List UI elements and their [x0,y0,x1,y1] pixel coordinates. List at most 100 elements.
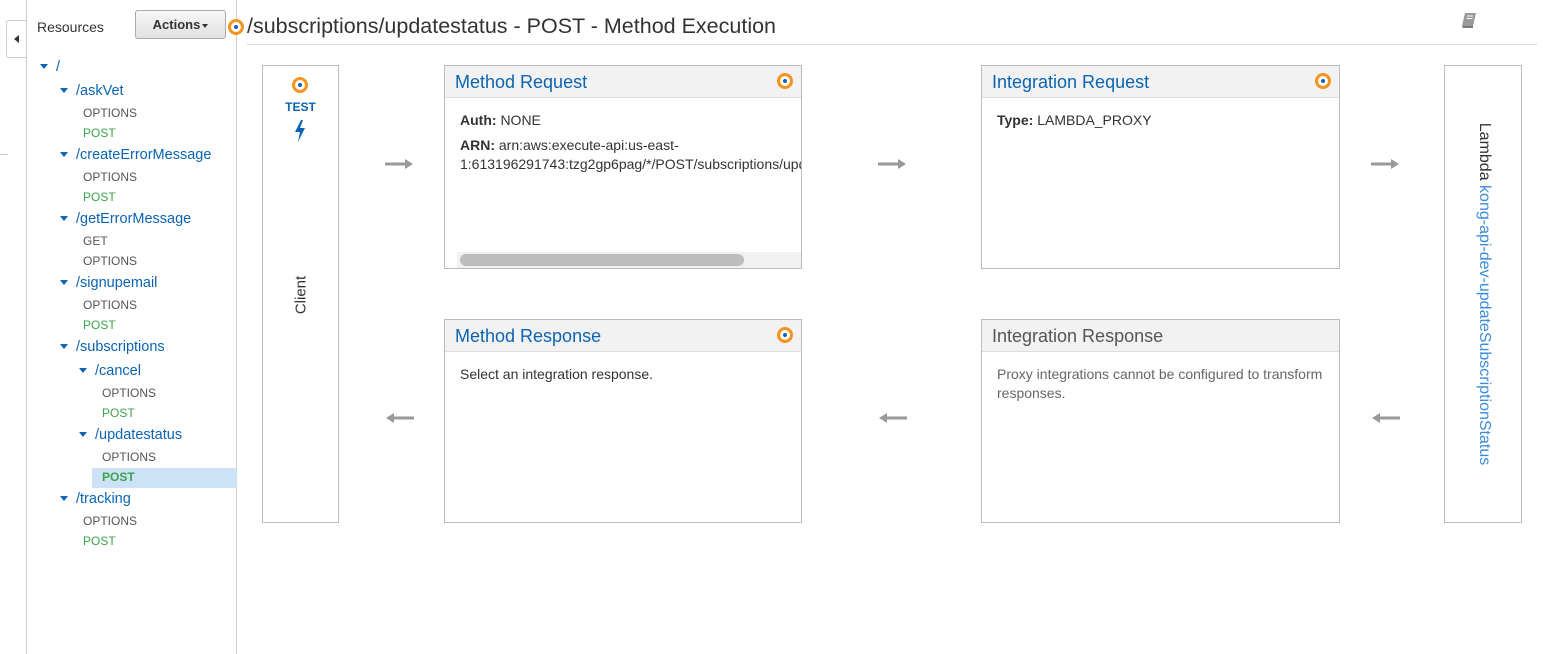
integration-request-body: Type: LAMBDA_PROXY [997,111,1152,130]
tree-resource-signupemail[interactable]: /signupemail [60,273,157,293]
auth-row: Auth: NONE [460,111,801,130]
header-divider [247,44,1537,45]
caret-down-icon[interactable] [60,344,68,350]
tree-method-get[interactable]: GET [83,231,108,251]
tree-resource-tracking[interactable]: /tracking [60,489,131,509]
tree-method-label: GET [83,234,108,248]
integration-request-link[interactable]: Integration Request [992,72,1149,93]
tree-method-options[interactable]: OPTIONS [83,103,137,123]
arrow-right-icon [1371,159,1399,169]
tree-method-label: OPTIONS [83,514,138,528]
type-row: Type: LAMBDA_PROXY [997,111,1152,130]
method-response-link[interactable]: Method Response [455,326,601,347]
method-request-body: Auth: NONE ARN: arn:aws:execute-api:us-e… [460,111,801,174]
status-icon [228,19,244,35]
arrow-left-icon [386,413,414,423]
actions-button[interactable]: Actions [135,10,226,39]
auth-value: NONE [500,112,541,128]
method-request-panel: Method Request Auth: NONE ARN: arn:aws:e… [444,65,802,269]
tree-method-label: OPTIONS [102,386,157,400]
tree-method-options[interactable]: OPTIONS [83,295,137,315]
arrow-left-icon [879,413,907,423]
lambda-box: Lambda kong-api-dev-updateSubscriptionSt… [1444,65,1522,523]
caret-down-icon[interactable] [60,216,68,222]
tree-resource-label: /cancel [95,363,141,379]
divider [0,154,8,155]
arn-value-line2: 1:613196291743:tzg2gp6pag/*/POST/subscri… [460,156,801,172]
tree-method-options[interactable]: OPTIONS [83,251,137,271]
horizontal-scrollbar[interactable] [457,252,801,268]
auth-label: Auth: [460,112,497,128]
caret-down-icon[interactable] [40,64,48,70]
tree-method-options[interactable]: OPTIONS [83,167,137,187]
tree-resource-subscriptions[interactable]: /subscriptions [60,337,165,357]
tree-method-post[interactable]: POST [102,403,135,423]
lambda-function-link[interactable]: kong-api-dev-updateSubscriptionStatus [1476,185,1493,465]
actions-label: Actions [152,17,201,32]
tree-resource-label: /signupemail [76,275,158,291]
integration-request-panel: Integration Request Type: LAMBDA_PROXY [981,65,1340,269]
integration-response-text-line2: responses. [997,385,1066,401]
arn-label: ARN: [460,137,495,153]
tree-resource-cancel[interactable]: /cancel [79,361,141,381]
type-label: Type: [997,112,1034,128]
collapse-sidebar-button[interactable] [6,20,26,58]
tree-method-label: POST [102,470,135,484]
method-request-link[interactable]: Method Request [455,72,587,93]
method-response-text: Select an integration response. [460,366,654,382]
tree-method-options[interactable]: OPTIONS [102,383,156,403]
tree-method-options[interactable]: OPTIONS [102,447,156,467]
scrollbar-thumb[interactable] [460,254,744,266]
lightning-bolt-icon[interactable] [293,120,307,142]
tree-method-post[interactable]: POST [83,315,116,335]
client-label: Client [292,275,310,315]
tree-method-label: OPTIONS [83,106,138,120]
tree-method-label: POST [83,318,116,332]
tree-resource-askvet[interactable]: /askVet [60,81,124,101]
tree-resource-label: /subscriptions [76,339,165,355]
tree-resource-geterrormessage[interactable]: /getErrorMessage [60,209,191,229]
status-icon [1315,73,1331,89]
page-title: /subscriptions/updatestatus - POST - Met… [247,14,777,38]
method-response-header: Method Response [445,320,801,352]
tree-method-label: POST [83,534,116,548]
test-link[interactable]: TEST [263,100,338,114]
caret-down-icon[interactable] [79,432,87,438]
sidebar-collapse-strip [0,0,27,654]
caret-down-icon[interactable] [79,368,87,374]
chevron-left-icon [14,35,19,43]
tree-resource-label: /askVet [76,83,124,99]
resources-title: Resources [37,19,104,35]
integration-response-body: Proxy integrations cannot be configured … [997,365,1322,403]
arrow-left-icon [1372,413,1400,423]
tree-resource-label: /tracking [76,491,131,507]
arrow-right-icon [385,159,413,169]
caret-down-icon[interactable] [60,280,68,286]
tree-resource-root[interactable]: / [40,57,60,77]
tree-method-label: OPTIONS [83,170,138,184]
client-box: TEST Client [262,65,339,523]
tree-resource-createerrormessage[interactable]: /createErrorMessage [60,145,211,165]
tree-method-label: POST [83,190,116,204]
tree-method-label: POST [102,406,135,420]
tree-method-post[interactable]: POST [83,123,116,143]
resources-panel: Resources Actions / /askVet OPTIONS POST… [27,0,237,654]
arn-row: ARN: arn:aws:execute-api:us-east- [460,136,801,155]
lambda-label: Lambda [1476,122,1493,181]
tree-method-options[interactable]: OPTIONS [83,511,137,531]
caret-down-icon[interactable] [60,496,68,502]
tree-method-post[interactable]: POST [83,187,116,207]
arrow-right-icon [878,159,906,169]
documentation-icon[interactable] [1460,11,1478,29]
method-request-header: Method Request [445,66,801,98]
tree-method-post-selected[interactable]: POST [102,467,135,487]
status-icon [777,73,793,89]
caret-down-icon [202,23,209,28]
tree-resource-updatestatus[interactable]: /updatestatus [79,425,182,445]
caret-down-icon[interactable] [60,152,68,158]
integration-response-header: Integration Response [982,320,1339,352]
tree-resource-label: /updatestatus [95,427,183,443]
tree-method-post[interactable]: POST [83,531,116,551]
tree-method-label: OPTIONS [83,254,138,268]
caret-down-icon[interactable] [60,88,68,94]
